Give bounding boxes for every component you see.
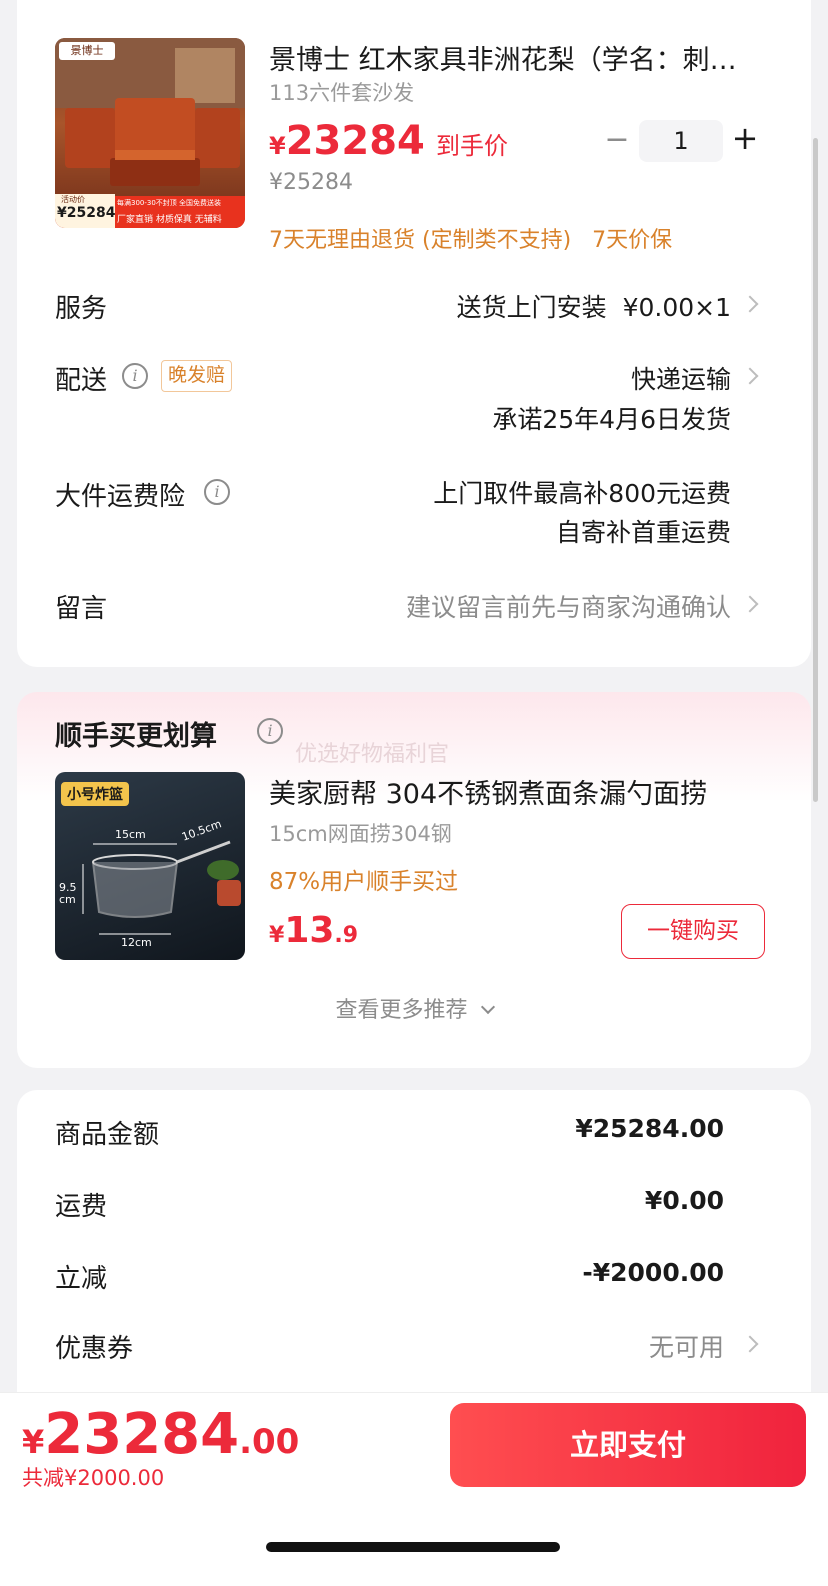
- strainer-basket-image: [82, 840, 241, 935]
- price-tag: 到手价: [435, 132, 508, 160]
- brand-logo: 景博士: [59, 42, 115, 60]
- discount-value: -¥2000.00: [582, 1258, 724, 1287]
- total-price: ¥23284.00: [22, 1402, 299, 1467]
- addon-currency: ¥: [269, 923, 285, 948]
- chevron-down-icon: [480, 999, 495, 1015]
- late-ship-badge: 晚发赔: [161, 360, 233, 392]
- addon-stat: 87%用户顺手买过: [269, 869, 459, 895]
- insurance-label: 大件运费险: [55, 482, 186, 512]
- info-icon[interactable]: i: [204, 479, 230, 505]
- coupon-label: 优惠券: [55, 1334, 134, 1364]
- coupon-value[interactable]: 无可用: [649, 1328, 724, 1364]
- addon-spec: 15cm网面捞304钢: [269, 822, 452, 846]
- price-summary-card: 商品金额 ¥25284.00 运费 ¥0.00 立减 -¥2000.00 优惠券…: [17, 1090, 811, 1430]
- addon-heading: 顺手买更划算: [55, 721, 217, 752]
- order-product-card: 景博士 每满300-30不封顶 全国免费送装 厂家直销 材质保真 无辅料 活动价…: [17, 0, 811, 667]
- info-icon[interactable]: i: [122, 363, 148, 389]
- addon-price-dec: .9: [334, 923, 359, 948]
- promo-strip-text: 厂家直销 材质保真 无辅料: [117, 215, 222, 225]
- guarantee-text: 7天无理由退货 (定制类不支持) 7天价保: [269, 228, 673, 253]
- message-input[interactable]: 建议留言前先与商家沟通确认: [406, 588, 731, 624]
- chevron-right-icon[interactable]: [741, 295, 759, 313]
- chevron-right-icon[interactable]: [741, 595, 759, 613]
- product-price: ¥23284 到手价: [269, 118, 508, 164]
- addon-card: 顺手买更划算 i 优选好物福利官 小号炸篮 15cm 10.5cm 9.5 cm…: [17, 692, 811, 1068]
- watermark-text: 优选好物福利官: [295, 742, 450, 767]
- chevron-right-icon[interactable]: [741, 367, 759, 385]
- dimension-height: 9.5 cm: [59, 881, 77, 906]
- product-spec: 113六件套沙发: [269, 81, 415, 105]
- shipping-value: ¥0.00: [644, 1186, 724, 1215]
- product-thumbnail[interactable]: 景博士 每满300-30不封顶 全国免费送装 厂家直销 材质保真 无辅料 活动价…: [55, 38, 245, 228]
- message-label: 留言: [55, 594, 108, 624]
- price-value: 23284: [285, 118, 425, 164]
- total-int: 23284: [44, 1402, 240, 1467]
- addon-title[interactable]: 美家厨帮 304不锈钢煮面条漏勺面捞: [269, 772, 749, 811]
- shipping-label: 运费: [55, 1192, 108, 1222]
- scrollbar[interactable]: [813, 138, 818, 802]
- info-icon[interactable]: i: [257, 718, 283, 744]
- total-currency: ¥: [22, 1423, 45, 1461]
- service-value[interactable]: 送货上门安装 ¥0.00×1: [457, 288, 731, 324]
- promo-label: 活动价: [61, 195, 85, 204]
- service-label: 服务: [55, 294, 108, 324]
- delivery-value[interactable]: 快递运输: [631, 360, 731, 396]
- promo-price: ¥25284: [57, 205, 116, 221]
- total-dec: .00: [239, 1422, 300, 1462]
- promo-top-text: 每满300-30不封顶 全国免费送装: [117, 199, 222, 207]
- one-click-buy-button[interactable]: 一键购买: [621, 904, 765, 959]
- original-price: ¥25284: [269, 170, 353, 195]
- goods-amount-label: 商品金额: [55, 1120, 160, 1150]
- pay-now-button[interactable]: 立即支付: [450, 1403, 806, 1487]
- insurance-line2: 自寄补首重运费: [555, 518, 731, 547]
- delivery-label: 配送: [55, 366, 108, 396]
- addon-price-int: 13: [284, 910, 335, 951]
- addon-thumbnail[interactable]: 小号炸篮 15cm 10.5cm 9.5 cm 12cm: [55, 772, 245, 960]
- qty-minus-button[interactable]: −: [599, 120, 635, 160]
- total-saved: 共减¥2000.00: [22, 1466, 165, 1490]
- goods-amount-value: ¥25284.00: [575, 1114, 724, 1143]
- dimension-base: 12cm: [121, 936, 152, 949]
- quantity-input[interactable]: 1: [639, 120, 723, 162]
- insurance-line1: 上门取件最高补800元运费: [433, 479, 731, 508]
- product-title[interactable]: 景博士 红木家具非洲花梨（学名：刺猬紫檀）: [269, 38, 759, 77]
- home-indicator: [266, 1542, 560, 1552]
- price-currency: ¥: [269, 132, 286, 160]
- qty-plus-button[interactable]: +: [727, 118, 763, 158]
- addon-price: ¥13.9: [269, 910, 358, 951]
- chevron-right-icon[interactable]: [741, 1335, 759, 1353]
- promo-price-box: 活动价 ¥25284: [55, 194, 115, 228]
- more-recommendations-link[interactable]: 查看更多推荐: [17, 992, 811, 1024]
- delivery-promise: 承诺25年4月6日发货: [492, 405, 731, 434]
- discount-label: 立减: [55, 1264, 108, 1294]
- dimension-width: 15cm: [115, 828, 146, 841]
- more-label: 查看更多推荐: [335, 998, 468, 1023]
